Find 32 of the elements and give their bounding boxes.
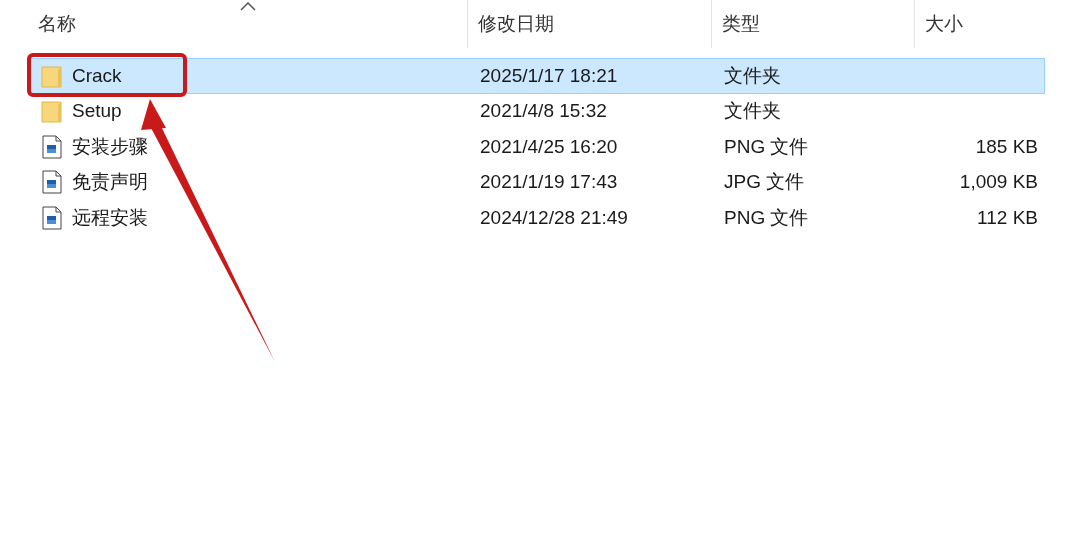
- file-type: 文件夹: [724, 99, 781, 124]
- file-type: JPG 文件: [724, 170, 805, 195]
- file-name: 安装步骤: [72, 134, 148, 159]
- folder-icon: [41, 99, 63, 124]
- folder-icon: [41, 63, 63, 88]
- file-row[interactable]: 远程安装 2024/12/28 21:49 PNG 文件 112 KB: [28, 200, 1045, 236]
- column-header[interactable]: 类型: [722, 11, 760, 37]
- file-type: PNG 文件: [724, 134, 809, 159]
- file-name: Crack: [72, 64, 122, 87]
- file-size: 1,009 KB: [959, 171, 1038, 194]
- modified-date: 2021/1/19 17:43: [480, 171, 618, 194]
- image-file-icon: [41, 205, 63, 230]
- image-file-icon: [41, 170, 63, 195]
- file-row[interactable]: Crack 2025/1/17 18:21 文件夹: [28, 58, 1045, 94]
- column-header[interactable]: 名称: [38, 11, 76, 37]
- image-file-icon: [41, 134, 63, 159]
- modified-date: 2021/4/8 15:32: [480, 100, 607, 123]
- file-row[interactable]: Setup 2021/4/8 15:32 文件夹: [28, 93, 1045, 129]
- file-name: 远程安装: [72, 205, 148, 230]
- column-header[interactable]: 大小: [925, 11, 963, 37]
- file-type: 文件夹: [724, 63, 781, 88]
- modified-date: 2025/1/17 18:21: [480, 64, 618, 87]
- file-row[interactable]: 免责声明 2021/1/19 17:43 JPG 文件 1,009 KB: [28, 164, 1045, 200]
- file-name: 免责声明: [72, 170, 148, 195]
- file-name: Setup: [72, 100, 122, 123]
- modified-date: 2024/12/28 21:49: [480, 206, 628, 229]
- file-type: PNG 文件: [724, 205, 809, 230]
- column-header[interactable]: 修改日期: [478, 11, 554, 37]
- file-size: 185 KB: [975, 135, 1038, 158]
- file-row[interactable]: 安装步骤 2021/4/25 16:20 PNG 文件 185 KB: [28, 129, 1045, 165]
- modified-date: 2021/4/25 16:20: [480, 135, 618, 158]
- file-size: 112 KB: [977, 206, 1038, 229]
